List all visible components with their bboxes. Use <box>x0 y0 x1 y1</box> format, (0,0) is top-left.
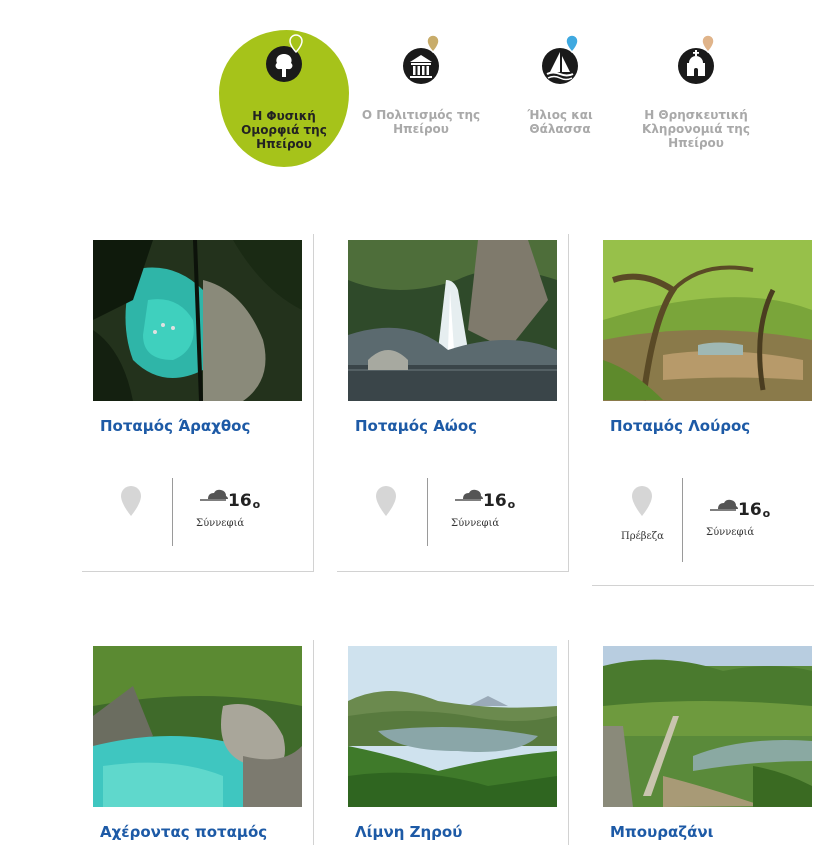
weather-divider <box>427 478 428 546</box>
location-pin-icon <box>632 486 652 516</box>
temperature-value: 16o <box>228 491 261 511</box>
card-title-link[interactable]: Αχέροντας ποταμός <box>100 823 267 841</box>
card-photo[interactable] <box>348 240 557 401</box>
cloudy-icon <box>200 489 228 501</box>
temperature-value: 16o <box>483 491 516 511</box>
degree-symbol: o <box>762 507 771 520</box>
weather-divider <box>172 478 173 546</box>
tree-icon <box>266 34 303 82</box>
card-border <box>592 585 814 586</box>
card-title-link[interactable]: Ποταμός Αώος <box>355 417 477 435</box>
card-photo[interactable] <box>93 646 302 807</box>
category-tab-culture[interactable]: Ο Πολιτισμός της Ηπείρου <box>354 30 488 150</box>
temperature-value: 16o <box>738 500 771 520</box>
category-tab-nature[interactable]: Η Φυσική Ομορφιά της Ηπείρου <box>219 30 349 167</box>
category-tab-sun-sea[interactable]: Ήλιος και Θάλασσα <box>510 30 610 150</box>
card-title-link[interactable]: Ποταμός Λούρος <box>610 417 750 435</box>
card-photo[interactable] <box>348 646 557 807</box>
card-border <box>82 571 314 572</box>
sailboat-icon <box>542 34 579 84</box>
cloudy-icon <box>710 499 738 511</box>
location-pin-icon <box>376 486 396 516</box>
weather-condition: Σύννεφιά <box>706 527 755 538</box>
temple-icon <box>403 34 440 84</box>
location-pin-icon <box>121 486 141 516</box>
weather-condition: Σύννεφιά <box>196 518 245 529</box>
church-icon <box>678 34 715 84</box>
weather-condition: Σύννεφιά <box>451 518 500 529</box>
location-name: Πρέβεζα <box>621 531 664 542</box>
weather-divider <box>682 478 683 562</box>
category-label-religion: Η Θρησκευτική Κληρονομιά της Ηπείρου <box>642 108 750 150</box>
cloudy-icon <box>455 489 483 501</box>
card-border <box>568 234 569 571</box>
card-border <box>313 234 314 571</box>
card-border <box>313 640 314 845</box>
card-border <box>568 640 569 845</box>
category-label-culture: Ο Πολιτισμός της Ηπείρου <box>361 108 481 136</box>
degree-symbol: o <box>252 498 261 511</box>
card-border <box>337 571 569 572</box>
card-title-link[interactable]: Μπουραζάνι <box>610 823 714 841</box>
card-photo[interactable] <box>603 240 812 401</box>
card-photo[interactable] <box>93 240 302 401</box>
category-label-sun-sea: Ήλιος και Θάλασσα <box>527 108 593 136</box>
card-title-link[interactable]: Ποταμός Άραχθος <box>100 417 250 435</box>
card-photo[interactable] <box>603 646 812 807</box>
card-title-link[interactable]: Λίμνη Ζηρού <box>355 823 462 841</box>
category-label-nature: Η Φυσική Ομορφιά της Ηπείρου <box>241 109 327 151</box>
degree-symbol: o <box>507 498 516 511</box>
category-tab-religion[interactable]: Η Θρησκευτική Κληρονομιά της Ηπείρου <box>630 30 762 160</box>
